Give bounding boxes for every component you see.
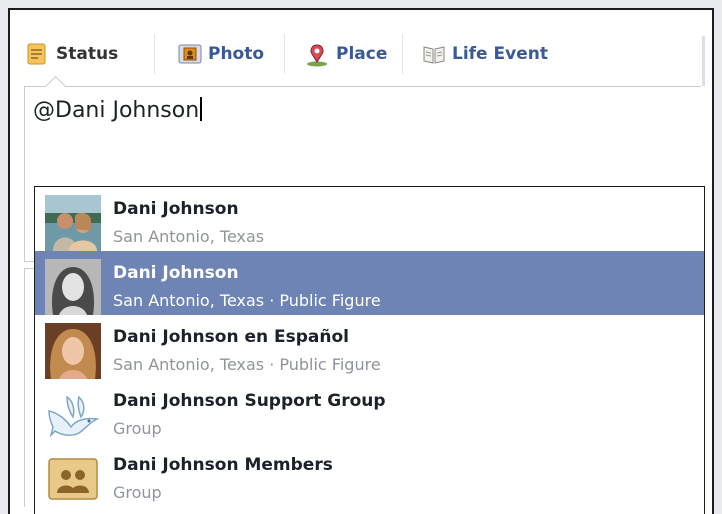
- tab-life-event[interactable]: Life Event: [422, 22, 548, 86]
- text-caret: [200, 97, 203, 121]
- tab-life-event-label: Life Event: [452, 44, 548, 64]
- tab-photo-label: Photo: [208, 44, 265, 64]
- scroll-edge: [702, 36, 705, 86]
- suggestion-subtitle: San Antonio, Texas · Public Figure: [113, 291, 381, 310]
- suggestion-name: Dani Johnson en Español: [113, 327, 349, 347]
- dove-icon: [45, 387, 101, 443]
- list-item[interactable]: Dani Johnson en Español San Antonio, Tex…: [35, 315, 704, 379]
- tab-status-label: Status: [56, 44, 119, 64]
- suggestion-subtitle: San Antonio, Texas · Public Figure: [113, 355, 381, 374]
- portrait-color: [45, 323, 101, 379]
- list-item-selected[interactable]: Dani Johnson San Antonio, Texas · Public…: [35, 251, 704, 315]
- life-event-icon: [422, 43, 445, 65]
- list-item[interactable]: Dani Johnson Support Group Group: [35, 379, 704, 443]
- suggestion-subtitle: San Antonio, Texas: [113, 227, 265, 246]
- list-item[interactable]: Dani Johnson San Antonio, Texas: [35, 187, 704, 251]
- tab-divider: [284, 34, 285, 74]
- portrait-bw: [45, 259, 101, 315]
- status-input-text[interactable]: @Dani Johnson: [33, 97, 203, 123]
- list-item[interactable]: Dani Johnson Members Group: [35, 443, 704, 507]
- suggestion-subtitle: Group: [113, 419, 162, 438]
- suggestion-subtitle: Group: [113, 483, 162, 502]
- tab-divider: [402, 34, 403, 74]
- place-icon: [306, 43, 328, 67]
- mention-suggestions: Dani Johnson San Antonio, Texas Dani Joh…: [34, 186, 705, 514]
- group-icon: [45, 451, 101, 507]
- tab-divider: [154, 34, 155, 74]
- suggestion-name: Dani Johnson: [113, 263, 239, 283]
- tab-place-label: Place: [336, 44, 388, 64]
- couple-photo: [45, 195, 101, 251]
- tab-place[interactable]: Place: [306, 22, 387, 86]
- suggestion-name: Dani Johnson Support Group: [113, 391, 386, 411]
- status-icon: [26, 43, 48, 65]
- suggestion-name: Dani Johnson: [113, 199, 239, 219]
- suggestion-name: Dani Johnson Members: [113, 455, 333, 475]
- photo-icon: [178, 43, 202, 65]
- tab-photo[interactable]: Photo: [178, 22, 264, 86]
- tab-status[interactable]: Status: [26, 22, 118, 86]
- composer-tabs: Status Photo Place Life Event: [26, 22, 702, 86]
